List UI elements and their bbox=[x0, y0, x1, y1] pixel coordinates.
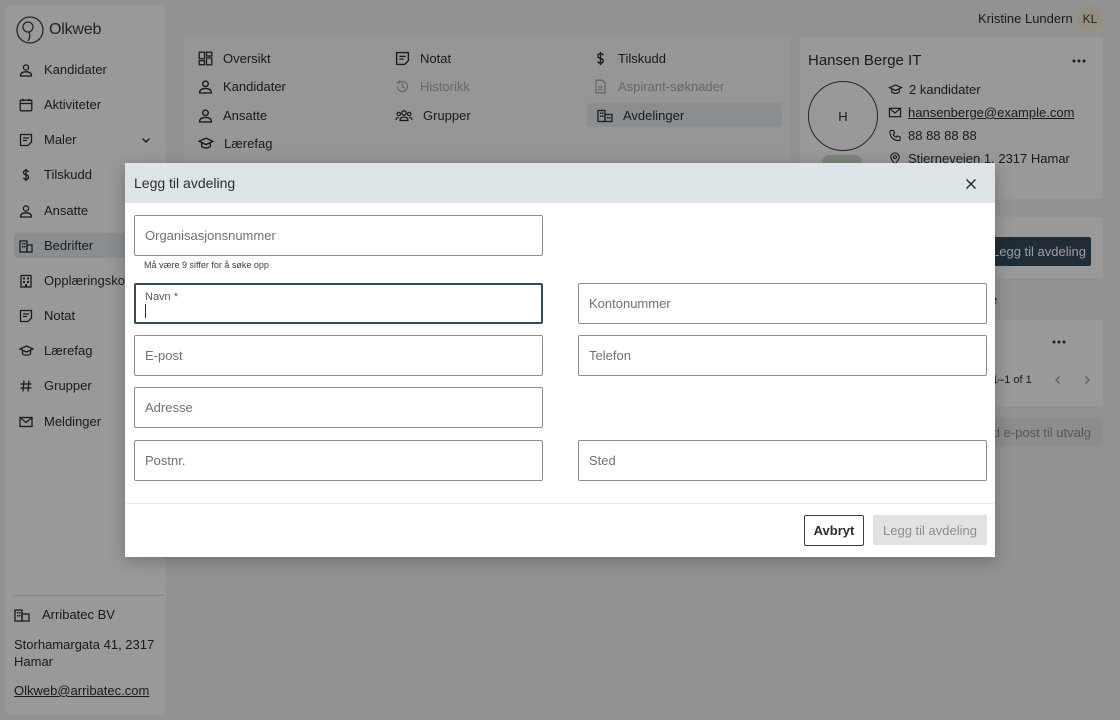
phone-field[interactable] bbox=[578, 335, 987, 376]
org-number-helper: Må være 9 siffer for å søke opp bbox=[144, 260, 269, 270]
org-number-field[interactable] bbox=[134, 215, 543, 256]
postal-code-field[interactable] bbox=[134, 440, 543, 481]
dialog-divider bbox=[125, 503, 995, 504]
email-input[interactable] bbox=[135, 336, 542, 375]
postal-code-input[interactable] bbox=[135, 441, 542, 480]
address-field[interactable] bbox=[134, 387, 543, 428]
add-department-dialog: Legg til avdeling Må være 9 siffer for å… bbox=[125, 163, 995, 557]
name-field-label: Navn * bbox=[145, 291, 179, 303]
name-field[interactable]: Navn * bbox=[134, 283, 543, 324]
city-input[interactable] bbox=[579, 441, 986, 480]
account-number-input[interactable] bbox=[579, 284, 986, 323]
dialog-title: Legg til avdeling bbox=[134, 175, 236, 191]
text-caret bbox=[145, 304, 146, 318]
cancel-button[interactable]: Avbryt bbox=[804, 515, 864, 546]
address-input[interactable] bbox=[135, 388, 542, 427]
close-icon[interactable] bbox=[963, 176, 979, 192]
phone-input[interactable] bbox=[579, 336, 986, 375]
email-field[interactable] bbox=[134, 335, 543, 376]
submit-add-department-button[interactable]: Legg til avdeling bbox=[873, 515, 987, 545]
city-field[interactable] bbox=[578, 440, 987, 481]
account-number-field[interactable] bbox=[578, 283, 987, 324]
dialog-header: Legg til avdeling bbox=[125, 163, 995, 203]
org-number-input[interactable] bbox=[135, 216, 542, 255]
